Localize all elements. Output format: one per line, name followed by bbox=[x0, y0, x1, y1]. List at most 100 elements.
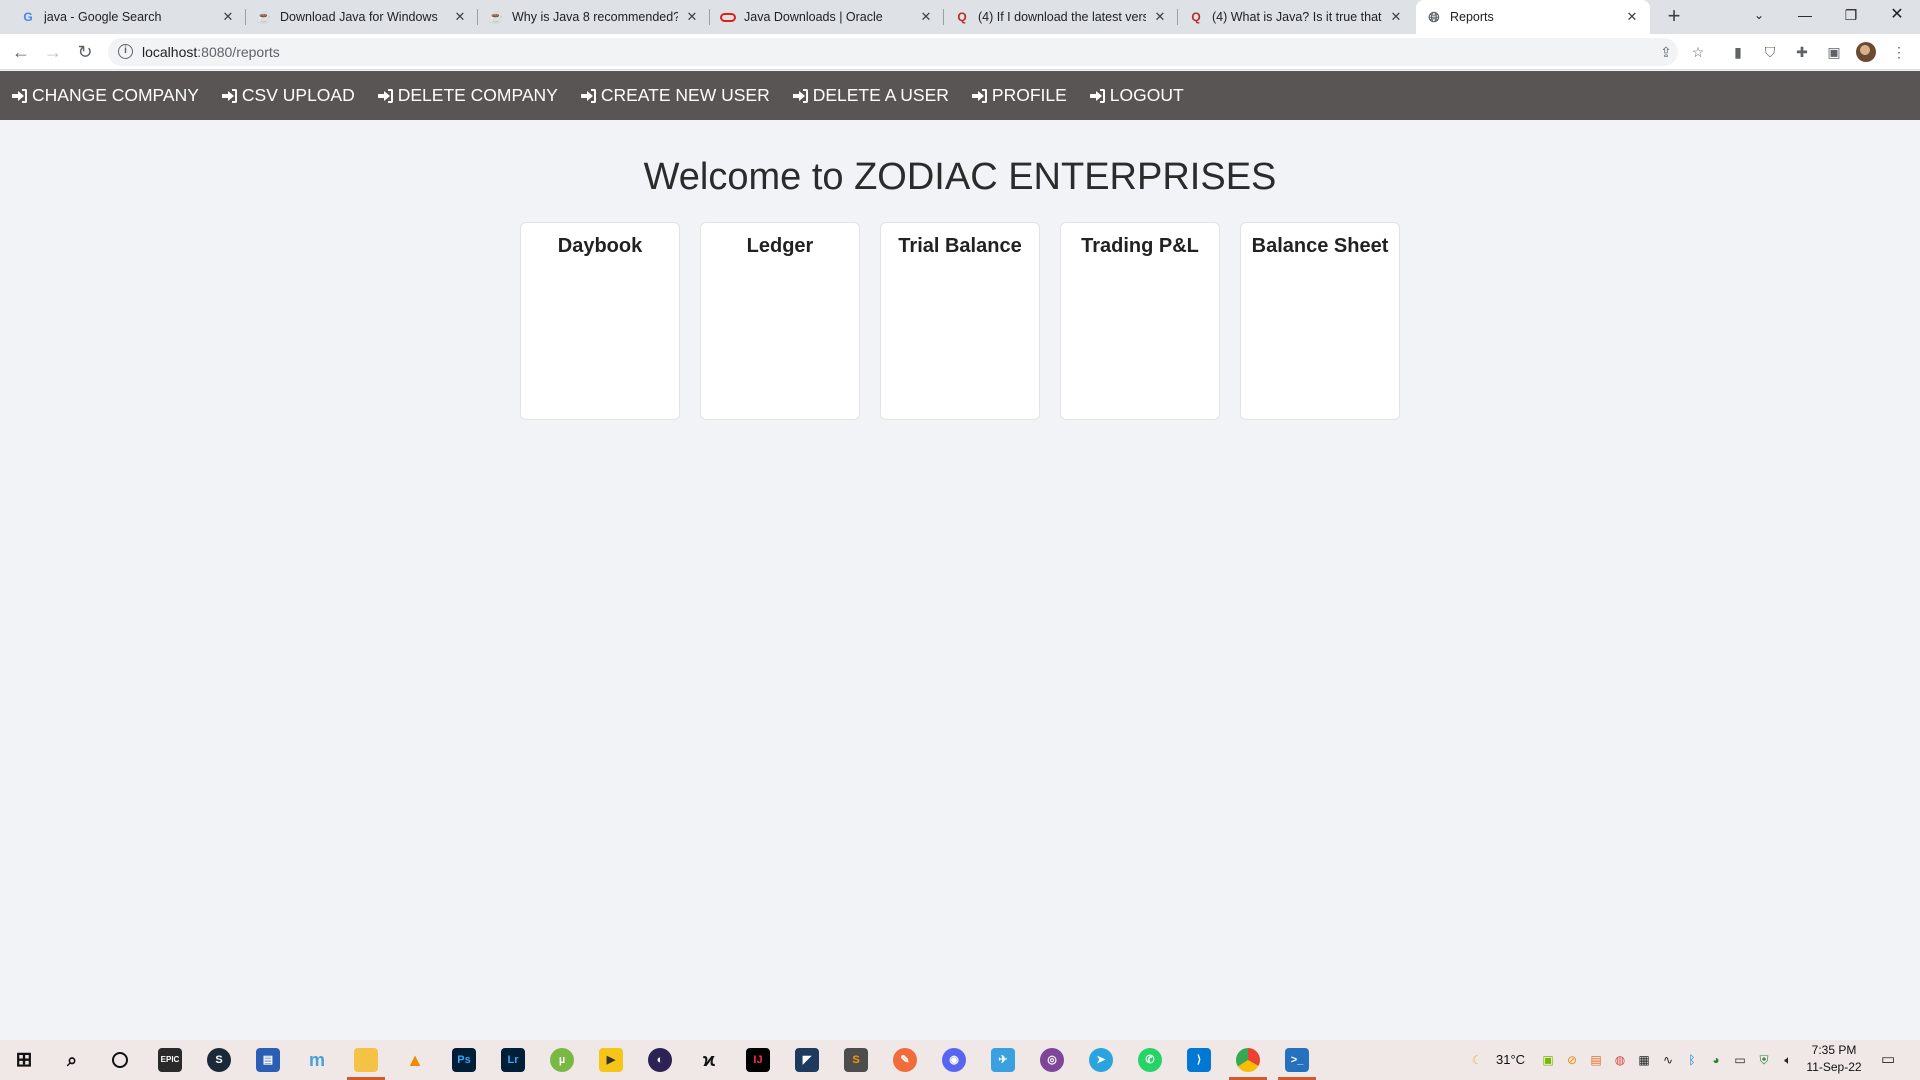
tab-search-icon[interactable]: ⌄ bbox=[1736, 0, 1782, 30]
sign-in-icon bbox=[1089, 88, 1106, 103]
back-button[interactable]: ← bbox=[9, 40, 33, 64]
weather-temp[interactable]: 31°C bbox=[1496, 1040, 1525, 1080]
battery-icon[interactable]: ▭ bbox=[1733, 1053, 1747, 1067]
notifications-icon[interactable]: ▭ bbox=[1881, 1052, 1895, 1067]
nav-change-company[interactable]: CHANGE COMPANY bbox=[12, 85, 199, 106]
tray-network-icon[interactable]: ∿ bbox=[1661, 1053, 1675, 1067]
browser-tab-strip: G java - Google Search ✕ ☕ Download Java… bbox=[0, 0, 1920, 34]
browser-tab[interactable]: ☕ Download Java for Windows ✕ bbox=[246, 0, 478, 34]
whatsapp-icon[interactable]: ✆ bbox=[1138, 1048, 1162, 1072]
security-icon[interactable]: ⛨ bbox=[1757, 1053, 1771, 1067]
discord-icon[interactable]: ◉ bbox=[942, 1048, 966, 1072]
visual-studio-icon[interactable]: ◤ bbox=[795, 1048, 819, 1072]
epic-games-icon[interactable]: EPIC bbox=[158, 1048, 182, 1072]
browser-tab[interactable]: Java Downloads | Oracle ✕ bbox=[710, 0, 944, 34]
nav-create-new-user[interactable]: CREATE NEW USER bbox=[580, 85, 770, 106]
app-orange-icon[interactable]: ✎ bbox=[893, 1048, 917, 1072]
extension-shield-icon[interactable]: ⛉ bbox=[1761, 43, 1779, 61]
restore-button[interactable]: ❐ bbox=[1828, 0, 1874, 30]
nav-label: LOGOUT bbox=[1109, 85, 1184, 105]
address-bar[interactable]: i localhost:8080/reports bbox=[108, 38, 1678, 66]
telegram-icon[interactable]: ➤ bbox=[1089, 1048, 1113, 1072]
card-title: Ledger bbox=[746, 235, 814, 257]
weather-icon[interactable]: ☾ bbox=[1470, 1053, 1484, 1067]
nav-csv-upload[interactable]: CSV UPLOAD bbox=[221, 85, 355, 106]
share-icon[interactable]: ⇪ bbox=[1657, 43, 1675, 61]
browser-tab[interactable]: G java - Google Search ✕ bbox=[10, 0, 246, 34]
tray-notes-icon[interactable]: ▦ bbox=[1637, 1053, 1651, 1067]
card-title: Trading P&L bbox=[1081, 235, 1199, 257]
forward-button[interactable]: → bbox=[41, 40, 65, 64]
utorrent-icon[interactable]: µ bbox=[550, 1048, 574, 1072]
nav-profile[interactable]: PROFILE bbox=[971, 85, 1067, 106]
nvidia-icon[interactable]: ▣ bbox=[1541, 1053, 1555, 1067]
report-card-trial-balance[interactable]: Trial Balance bbox=[880, 222, 1040, 420]
intellij-icon[interactable]: IJ bbox=[746, 1048, 770, 1072]
system-clock[interactable]: 7:35 PM 11-Sep-22 bbox=[1798, 1042, 1870, 1076]
quora-icon: Q bbox=[957, 10, 967, 24]
cortana-icon[interactable] bbox=[108, 1048, 132, 1072]
minimize-button[interactable]: — bbox=[1782, 0, 1828, 30]
media-player-icon[interactable]: ▶ bbox=[599, 1048, 623, 1072]
close-tab-icon[interactable]: ✕ bbox=[1388, 9, 1404, 25]
browser-tab[interactable]: Q (4) What is Java? Is it true that 3 ✕ bbox=[1178, 0, 1414, 34]
browser-tab[interactable]: Q (4) If I download the latest versi ✕ bbox=[944, 0, 1178, 34]
nav-logout[interactable]: LOGOUT bbox=[1089, 85, 1184, 106]
url-text[interactable]: localhost:8080/reports bbox=[142, 44, 280, 60]
close-tab-icon[interactable]: ✕ bbox=[1152, 9, 1168, 25]
report-card-balance-sheet[interactable]: Balance Sheet bbox=[1240, 222, 1400, 420]
side-panel-icon[interactable]: ▣ bbox=[1825, 43, 1843, 61]
photoshop-icon[interactable]: Ps bbox=[452, 1048, 476, 1072]
nav-delete-company[interactable]: DELETE COMPANY bbox=[377, 85, 558, 106]
eclipse-icon[interactable]: ◐ bbox=[648, 1048, 672, 1072]
tor-browser-icon[interactable]: ◎ bbox=[1040, 1048, 1064, 1072]
browser-tab-active[interactable]: 🌐︎ Reports ✕ bbox=[1416, 0, 1650, 34]
avast-icon[interactable]: ⊘ bbox=[1565, 1053, 1579, 1067]
report-card-ledger[interactable]: Ledger bbox=[700, 222, 860, 420]
site-info-icon[interactable]: i bbox=[118, 44, 133, 59]
windows-start-icon[interactable]: ⊞ bbox=[12, 1048, 36, 1072]
close-tab-icon[interactable]: ✕ bbox=[452, 9, 468, 25]
profile-avatar[interactable] bbox=[1856, 42, 1876, 62]
menu-kebab-icon[interactable]: ⋮ bbox=[1890, 43, 1908, 61]
extensions-puzzle-icon[interactable]: ✚ bbox=[1793, 43, 1811, 61]
app-m-icon[interactable]: m bbox=[305, 1048, 329, 1072]
close-tab-icon[interactable]: ✕ bbox=[684, 9, 700, 25]
tray-globe-icon[interactable]: ◕ bbox=[1709, 1053, 1723, 1067]
chrome-tray-icon[interactable]: ◍ bbox=[1613, 1053, 1627, 1067]
sublime-text-icon[interactable]: S bbox=[844, 1048, 868, 1072]
browser-tab[interactable]: ☕ Why is Java 8 recommended? ✕ bbox=[478, 0, 710, 34]
extension-book-icon[interactable]: ▮ bbox=[1729, 43, 1747, 61]
file-explorer-icon[interactable] bbox=[354, 1048, 378, 1072]
bookmark-star-icon[interactable]: ☆ bbox=[1689, 43, 1707, 61]
tray-app-icon[interactable]: ▤ bbox=[1589, 1053, 1603, 1067]
nav-label: CHANGE COMPANY bbox=[32, 85, 199, 105]
vlc-icon[interactable]: ▲ bbox=[403, 1048, 427, 1072]
app-x-icon[interactable]: ϰ bbox=[697, 1048, 721, 1072]
report-card-daybook[interactable]: Daybook bbox=[520, 222, 680, 420]
close-tab-icon[interactable]: ✕ bbox=[1624, 9, 1640, 25]
tab-title: Download Java for Windows bbox=[280, 10, 438, 24]
close-tab-icon[interactable]: ✕ bbox=[918, 9, 934, 25]
reload-button[interactable]: ↻ bbox=[73, 40, 97, 64]
globe-icon: 🌐︎ bbox=[1428, 8, 1440, 25]
app-bird-icon[interactable]: ✈ bbox=[991, 1048, 1015, 1072]
powershell-icon[interactable]: >_ bbox=[1285, 1048, 1309, 1072]
bluetooth-icon[interactable]: ᛒ bbox=[1685, 1053, 1699, 1067]
search-icon[interactable]: ⌕ bbox=[60, 1048, 84, 1072]
nav-delete-a-user[interactable]: DELETE A USER bbox=[792, 85, 949, 106]
nav-label: DELETE A USER bbox=[812, 85, 949, 105]
chrome-icon[interactable] bbox=[1236, 1048, 1260, 1072]
page-title: Welcome to ZODIAC ENTERPRISES bbox=[643, 156, 1277, 198]
sign-in-icon bbox=[580, 88, 597, 103]
windows-taskbar: ⊞ ⌕ EPIC S ▤ m ▲ Ps Lr µ ▶ ◐ ϰ IJ ◤ S ✎ … bbox=[0, 1040, 1920, 1080]
close-tab-icon[interactable]: ✕ bbox=[220, 9, 236, 25]
notepad-icon[interactable]: ▤ bbox=[256, 1048, 280, 1072]
close-window-button[interactable]: ✕ bbox=[1874, 0, 1920, 30]
report-card-trading-pl[interactable]: Trading P&L bbox=[1060, 222, 1220, 420]
volume-icon[interactable]: 🔈︎ bbox=[1781, 1053, 1795, 1067]
new-tab-button[interactable]: + bbox=[1662, 5, 1686, 29]
steam-icon[interactable]: S bbox=[207, 1048, 231, 1072]
lightroom-icon[interactable]: Lr bbox=[501, 1048, 525, 1072]
vscode-icon[interactable]: ⟩ bbox=[1187, 1048, 1211, 1072]
